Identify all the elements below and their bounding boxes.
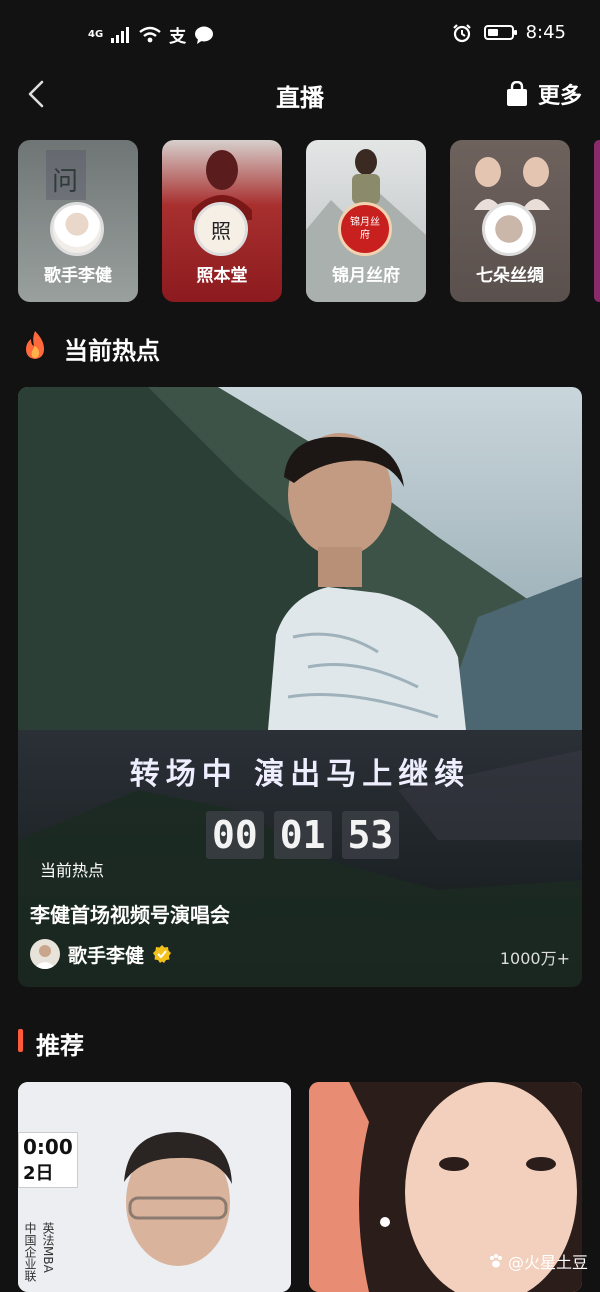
alarm-icon (452, 23, 471, 42)
network-label: 4G (88, 29, 104, 40)
badge-date: 2日 (23, 1163, 54, 1184)
hero-live-card[interactable]: 转场中 演出马上继续 00 01 53 当前热点 李健首场视频号演唱会 歌手李健… (18, 387, 582, 987)
signal-icon (111, 26, 130, 43)
shopping-bag-icon (506, 81, 527, 106)
author-row[interactable]: 歌手李健 (30, 939, 172, 969)
avatar (30, 939, 60, 969)
message-icon (195, 26, 214, 44)
viewer-count: 1000万+ (499, 949, 570, 968)
recommend-card[interactable]: 0:00 2日 中国企业联 英法MBA (18, 1082, 291, 1292)
avatar (50, 202, 104, 256)
avatar: 照 (194, 202, 248, 256)
paw-icon (489, 1254, 502, 1268)
story-card[interactable]: 锦月丝府 锦月丝府 (306, 140, 426, 302)
story-card-peek[interactable] (594, 140, 600, 302)
live-title: 李健首场视频号演唱会 (30, 903, 230, 927)
wifi-icon (139, 26, 161, 42)
avatar: 锦月丝府 (338, 202, 392, 256)
avatar-text: 锦月丝府 (350, 217, 380, 241)
more-label: 更多 (537, 84, 582, 109)
badge-time: 0:00 (23, 1135, 73, 1159)
alipay-icon: 支 (169, 27, 187, 47)
story-card[interactable]: 问 歌手李健 (18, 140, 138, 302)
battery-icon (483, 25, 517, 40)
story-label: 锦月丝府 (332, 266, 400, 286)
hot-section-title: 当前热点 (64, 337, 160, 365)
card-time-badge: 0:00 2日 (18, 1132, 78, 1188)
avatar (482, 202, 536, 256)
live-stories-row: 问 歌手李健 照 照本堂 锦月丝府 锦月丝府 七朵丝绸 (18, 140, 600, 304)
verified-badge-icon (153, 945, 172, 963)
watermark-text: @火星土豆 (507, 1253, 588, 1272)
countdown-timer: 00 01 53 (206, 811, 400, 859)
author-name: 歌手李健 (68, 944, 145, 967)
status-right: 8:45 (452, 22, 566, 43)
story-label: 照本堂 (196, 266, 248, 286)
fire-icon (26, 331, 44, 359)
countdown-seconds: 53 (341, 811, 400, 859)
watermark: @火星土豆 (488, 1249, 588, 1273)
status-left: 4G 支 (88, 22, 214, 47)
countdown-minutes: 01 (273, 811, 332, 859)
section-accent-bar (18, 1029, 23, 1052)
transition-text: 转场中 演出马上继续 (129, 757, 471, 792)
header: 直播 更多 (0, 66, 600, 122)
countdown-hours: 00 (206, 811, 264, 859)
recommend-section-title: 推荐 (36, 1032, 84, 1060)
story-card[interactable]: 七朵丝绸 (450, 140, 570, 302)
svg-text:问: 问 (52, 167, 78, 197)
clock: 8:45 (525, 22, 566, 43)
story-card[interactable]: 照 照本堂 (162, 140, 282, 302)
card-side-text-2: 英法MBA (41, 1222, 55, 1273)
hot-tag: 当前热点 (40, 861, 105, 880)
status-bar: 4G 支 8:45 (0, 0, 600, 66)
avatar-text: 照 (211, 218, 231, 243)
story-label: 歌手李健 (44, 266, 112, 286)
hero-photo (18, 387, 582, 730)
more-button[interactable]: 更多 (506, 78, 582, 110)
story-label: 七朵丝绸 (476, 266, 544, 286)
card-side-text: 中国企业联 (23, 1222, 37, 1282)
